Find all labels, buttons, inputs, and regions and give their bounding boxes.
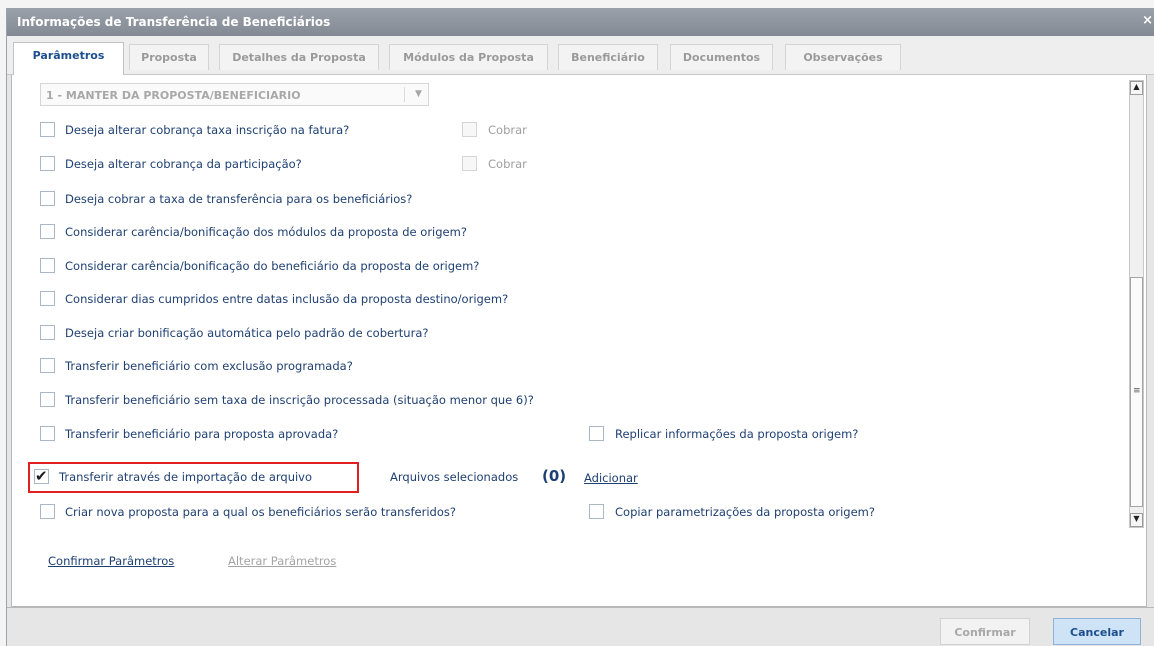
cancel-button[interactable]: Cancelar: [1053, 618, 1141, 645]
tab-documentos[interactable]: Documentos: [670, 44, 773, 70]
option-checkbox[interactable]: [40, 325, 55, 340]
files-count: (0): [542, 467, 567, 485]
option-checkbox[interactable]: [40, 392, 55, 407]
option-checkbox[interactable]: [40, 156, 55, 171]
parameters-panel: 1 - MANTER DA PROPOSTA/BENEFICIARIO ▼ De…: [11, 75, 1147, 607]
option-checkbox[interactable]: [40, 258, 55, 273]
scroll-down-icon[interactable]: ▼: [1130, 513, 1143, 527]
copiar-label: Copiar parametrizações da proposta orige…: [615, 505, 875, 519]
scroll-thumb[interactable]: ≡: [1130, 277, 1143, 507]
replicar-checkbox[interactable]: [589, 426, 604, 441]
scroll-up-icon[interactable]: ▲: [1130, 81, 1143, 95]
option-label: Transferir beneficiário sem taxa de insc…: [65, 393, 534, 407]
cobrar-label: Cobrar: [488, 123, 527, 137]
cobrar-label: Cobrar: [488, 157, 527, 171]
close-icon[interactable]: ×: [1142, 13, 1153, 28]
option-checkbox[interactable]: [40, 122, 55, 137]
option-checkbox[interactable]: [40, 504, 55, 519]
tab-observacoes[interactable]: Observações: [785, 44, 901, 70]
dialog-titlebar: Informações de Transferência de Benefici…: [7, 8, 1154, 36]
checkmark-icon: ✔: [35, 467, 48, 485]
action-select-value: 1 - MANTER DA PROPOSTA/BENEFICIARIO: [46, 89, 301, 102]
option-checkbox[interactable]: [40, 224, 55, 239]
chevron-down-icon[interactable]: ▼: [415, 89, 422, 99]
option-label: Deseja criar bonificação automática pelo…: [65, 326, 429, 340]
option-label: Criar nova proposta para a qual os benef…: [65, 505, 456, 519]
vertical-scrollbar[interactable]: ▲ ≡ ▼: [1129, 80, 1144, 528]
option-label: Deseja alterar cobrança taxa inscrição n…: [65, 123, 350, 137]
action-select[interactable]: 1 - MANTER DA PROPOSTA/BENEFICIARIO ▼: [40, 83, 429, 106]
option-label: Transferir através de importação de arqu…: [59, 470, 313, 484]
option-label: Transferir beneficiário para proposta ap…: [65, 427, 339, 441]
grip-icon: ≡: [1133, 386, 1141, 396]
option-checkbox[interactable]: [40, 358, 55, 373]
option-label: Deseja cobrar a taxa de transferência pa…: [65, 192, 413, 206]
option-label: Considerar dias cumpridos entre datas in…: [65, 292, 509, 306]
option-label: Transferir beneficiário com exclusão pro…: [65, 359, 353, 373]
tab-bar: Parâmetros Proposta Detalhes da Proposta…: [7, 36, 1154, 76]
tab-beneficiario[interactable]: Beneficiário: [558, 44, 658, 70]
copiar-checkbox[interactable]: [589, 504, 604, 519]
select-divider: [404, 87, 405, 102]
option-label: Considerar carência/bonificação do benef…: [65, 259, 480, 273]
tab-detalhes-proposta[interactable]: Detalhes da Proposta: [219, 44, 379, 70]
option-checkbox[interactable]: [40, 191, 55, 206]
confirm-params-link[interactable]: Confirmar Parâmetros: [48, 554, 174, 568]
option-label: Deseja alterar cobrança da participação?: [65, 157, 302, 171]
cobrar-checkbox: [462, 122, 477, 137]
change-params-link: Alterar Parâmetros: [228, 554, 337, 568]
tab-proposta[interactable]: Proposta: [129, 44, 209, 70]
import-checkbox[interactable]: ✔: [34, 467, 49, 485]
cobrar-checkbox: [462, 156, 477, 171]
footer-divider: [7, 607, 1154, 608]
transfer-dialog: Informações de Transferência de Benefici…: [6, 8, 1154, 646]
confirm-button[interactable]: Confirmar: [940, 618, 1030, 645]
tab-parametros[interactable]: Parâmetros: [13, 42, 124, 76]
files-selected-label: Arquivos selecionados: [390, 470, 519, 484]
option-checkbox[interactable]: [40, 426, 55, 441]
option-label: Considerar carência/bonificação dos módu…: [65, 225, 467, 239]
tab-modulos-proposta[interactable]: Módulos da Proposta: [389, 44, 548, 70]
add-file-link[interactable]: Adicionar: [584, 471, 638, 485]
replicar-label: Replicar informações da proposta origem?: [615, 427, 859, 441]
dialog-title: Informações de Transferência de Benefici…: [17, 15, 331, 29]
option-checkbox[interactable]: [40, 291, 55, 306]
